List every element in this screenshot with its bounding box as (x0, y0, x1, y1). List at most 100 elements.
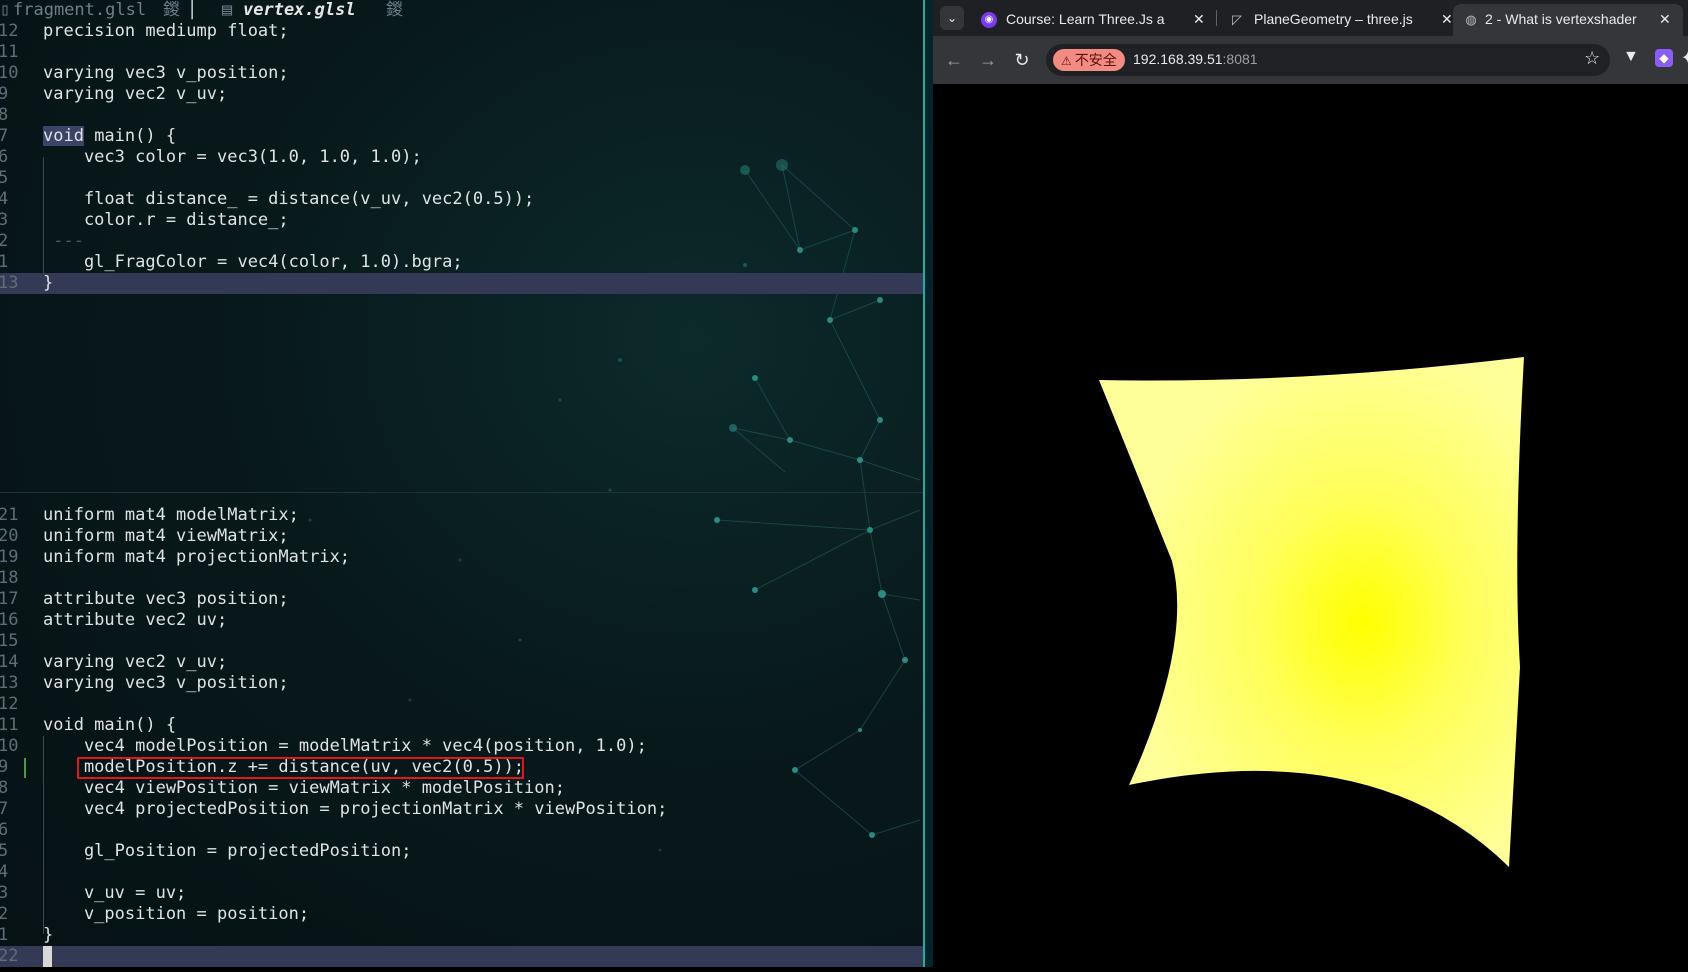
forward-arrow-icon[interactable]: → (977, 49, 999, 71)
code-line[interactable]: 21 uniform mat4 modelMatrix; (0, 505, 923, 526)
code-text: uniform mat4 modelMatrix; (43, 505, 299, 525)
code-text: vec4 modelPosition = modelMatrix * vec4(… (43, 736, 647, 756)
course-favicon-icon: ◉ (981, 12, 997, 28)
code-text: attribute vec2 uv; (43, 610, 228, 630)
tab-title: 2 - What is vertexshader (1485, 11, 1637, 27)
tab-vertex-glsl[interactable]: vertex.glsl (243, 0, 356, 21)
code-line[interactable]: 7 void main() { (0, 126, 923, 147)
code-line[interactable]: 10 varying vec3 v_position; (0, 63, 923, 84)
code-line[interactable]: 2 --- (0, 231, 923, 252)
code-line[interactable]: 12 (0, 694, 923, 715)
line-number: 3 (0, 210, 9, 230)
line-number: 2 (0, 231, 9, 251)
code-text: --- (43, 231, 84, 251)
tab-search-button[interactable]: ⌄ (940, 6, 964, 30)
code-line[interactable]: 17 attribute vec3 position; (0, 589, 923, 610)
close-icon[interactable]: ✕ (1659, 11, 1671, 28)
code-line[interactable]: 3 v_uv = uv; (0, 883, 923, 904)
code-line[interactable]: 11 (0, 42, 923, 63)
extension-icon[interactable]: ◆ (1655, 49, 1673, 67)
code-line[interactable]: 1} (0, 925, 923, 946)
tab-fragment-modified-mark: 鍐 (163, 0, 180, 20)
line-number: 12 (0, 694, 19, 714)
code-line[interactable]: 12 precision mediump float; (0, 21, 923, 42)
threejs-favicon-icon: ◸ (1232, 12, 1242, 27)
line-number: 11 (0, 715, 19, 735)
bookmark-star-icon[interactable]: ☆ (1584, 48, 1600, 69)
code-line[interactable]: 2 v_position = position; (0, 904, 923, 925)
git-change-marker (24, 758, 26, 778)
tab-title: PlaneGeometry – three.js (1254, 11, 1413, 27)
code-line[interactable]: 13 varying vec3 v_position; (0, 673, 923, 694)
browser-toolbar: ← → ↻ ⚠ 不安全 192.168.39.51:8081 ☆ ▼ ◆ ✦ (933, 36, 1688, 84)
code-line[interactable]: 9 varying vec2 v_uv; (0, 84, 923, 105)
highlight-annotation-box (77, 757, 524, 779)
text-cursor (43, 946, 52, 967)
line-number: 8 (0, 778, 9, 798)
line-number: 13 (0, 673, 19, 693)
code-line[interactable]: 1 gl_FragColor = vec4(color, 1.0).bgra; (0, 252, 923, 273)
line-number: 8 (0, 105, 9, 125)
line-number: 16 (0, 610, 19, 630)
code-text: } (43, 273, 54, 293)
code-line[interactable]: 8 vec4 viewPosition = viewMatrix * model… (0, 778, 923, 799)
browser-tab-course[interactable]: ◉ Course: Learn Three.Js a ✕ (971, 4, 1211, 36)
code-line[interactable]: 10 vec4 modelPosition = modelMatrix * ve… (0, 736, 923, 757)
code-text: vec4 projectedPosition = projectionMatri… (43, 799, 668, 819)
reload-icon[interactable]: ↻ (1011, 49, 1033, 71)
horizontal-split-divider[interactable] (0, 492, 923, 493)
code-line[interactable]: 14 varying vec2 v_uv; (0, 652, 923, 673)
url-text[interactable]: 192.168.39.51:8081 (1133, 51, 1258, 67)
code-line[interactable]: 20 uniform mat4 viewMatrix; (0, 526, 923, 547)
code-line[interactable]: 8 (0, 105, 923, 126)
tab-fragment-glsl[interactable]: fragment.glsl (13, 0, 146, 21)
file-icon: ▯ (0, 0, 11, 20)
code-line[interactable]: 13} (0, 273, 923, 294)
vue-devtools-extension-icon[interactable]: ▼ (1623, 48, 1639, 66)
not-secure-chip[interactable]: ⚠ 不安全 (1053, 49, 1125, 71)
code-line[interactable]: 6 vec3 color = vec3(1.0, 1.0, 1.0); (0, 147, 923, 168)
code-editor[interactable]: ▯ fragment.glsl 鍐 │ ▤ vertex.glsl 鍐 12 pr… (0, 0, 923, 967)
code-line[interactable]: 16 attribute vec2 uv; (0, 610, 923, 631)
code-line[interactable]: 7 vec4 projectedPosition = projectionMat… (0, 799, 923, 820)
code-text: varying vec3 v_position; (43, 63, 289, 83)
code-line[interactable]: 4 float distance_ = distance(v_uv, vec2(… (0, 189, 923, 210)
line-number: 6 (0, 147, 9, 167)
tab-title: Course: Learn Three.Js a (1006, 11, 1165, 27)
browser-tabstrip: ⌄ ◉ Course: Learn Three.Js a ✕ ◸ PlaneGe… (933, 0, 1688, 36)
line-number: 3 (0, 883, 9, 903)
distorted-plane-mesh (1099, 357, 1524, 867)
code-line[interactable]: 3 color.r = distance_; (0, 210, 923, 231)
code-line[interactable]: 18 (0, 568, 923, 589)
code-line[interactable]: 15 (0, 631, 923, 652)
code-text: gl_FragColor = vec4(color, 1.0).bgra; (43, 252, 463, 272)
line-number: 7 (0, 799, 9, 819)
code-line[interactable]: 6 (0, 820, 923, 841)
code-text: varying vec3 v_position; (43, 673, 289, 693)
code-line[interactable]: 4 (0, 862, 923, 883)
url-port: :8081 (1222, 51, 1258, 67)
line-number: 6 (0, 820, 9, 840)
address-bar[interactable]: ⚠ 不安全 192.168.39.51:8081 ☆ (1046, 44, 1610, 76)
code-line[interactable]: 11 void main() { (0, 715, 923, 736)
code-text: v_uv = uv; (43, 883, 187, 903)
code-text: float distance_ = distance(v_uv, vec2(0.… (43, 189, 535, 209)
code-line[interactable]: 22 (0, 946, 923, 967)
browser-tab-planegeometry[interactable]: ◸ PlaneGeometry – three.js ✕ (1219, 4, 1459, 36)
close-icon[interactable]: ✕ (1193, 11, 1205, 28)
webgl-canvas[interactable] (933, 84, 1688, 967)
code-line[interactable]: 5 (0, 168, 923, 189)
browser-window: ⌄ ◉ Course: Learn Three.Js a ✕ ◸ PlaneGe… (933, 0, 1688, 967)
line-number: 20 (0, 526, 19, 546)
browser-tab-vertexshader[interactable]: ◍ 2 - What is vertexshader ✕ (1453, 4, 1683, 36)
close-icon[interactable]: ✕ (1441, 11, 1453, 28)
code-line[interactable]: 19 uniform mat4 projectionMatrix; (0, 547, 923, 568)
line-number: 10 (0, 736, 19, 756)
url-host: 192.168.39.51 (1133, 51, 1223, 67)
code-text: varying vec2 v_uv; (43, 652, 228, 672)
code-line[interactable]: 5 gl_Position = projectedPosition; (0, 841, 923, 862)
tab-vertex-modified-mark: 鍐 (386, 0, 403, 20)
extensions-puzzle-icon[interactable]: ✦ (1681, 48, 1688, 68)
code-text: } (43, 925, 54, 945)
back-arrow-icon[interactable]: ← (943, 49, 965, 71)
